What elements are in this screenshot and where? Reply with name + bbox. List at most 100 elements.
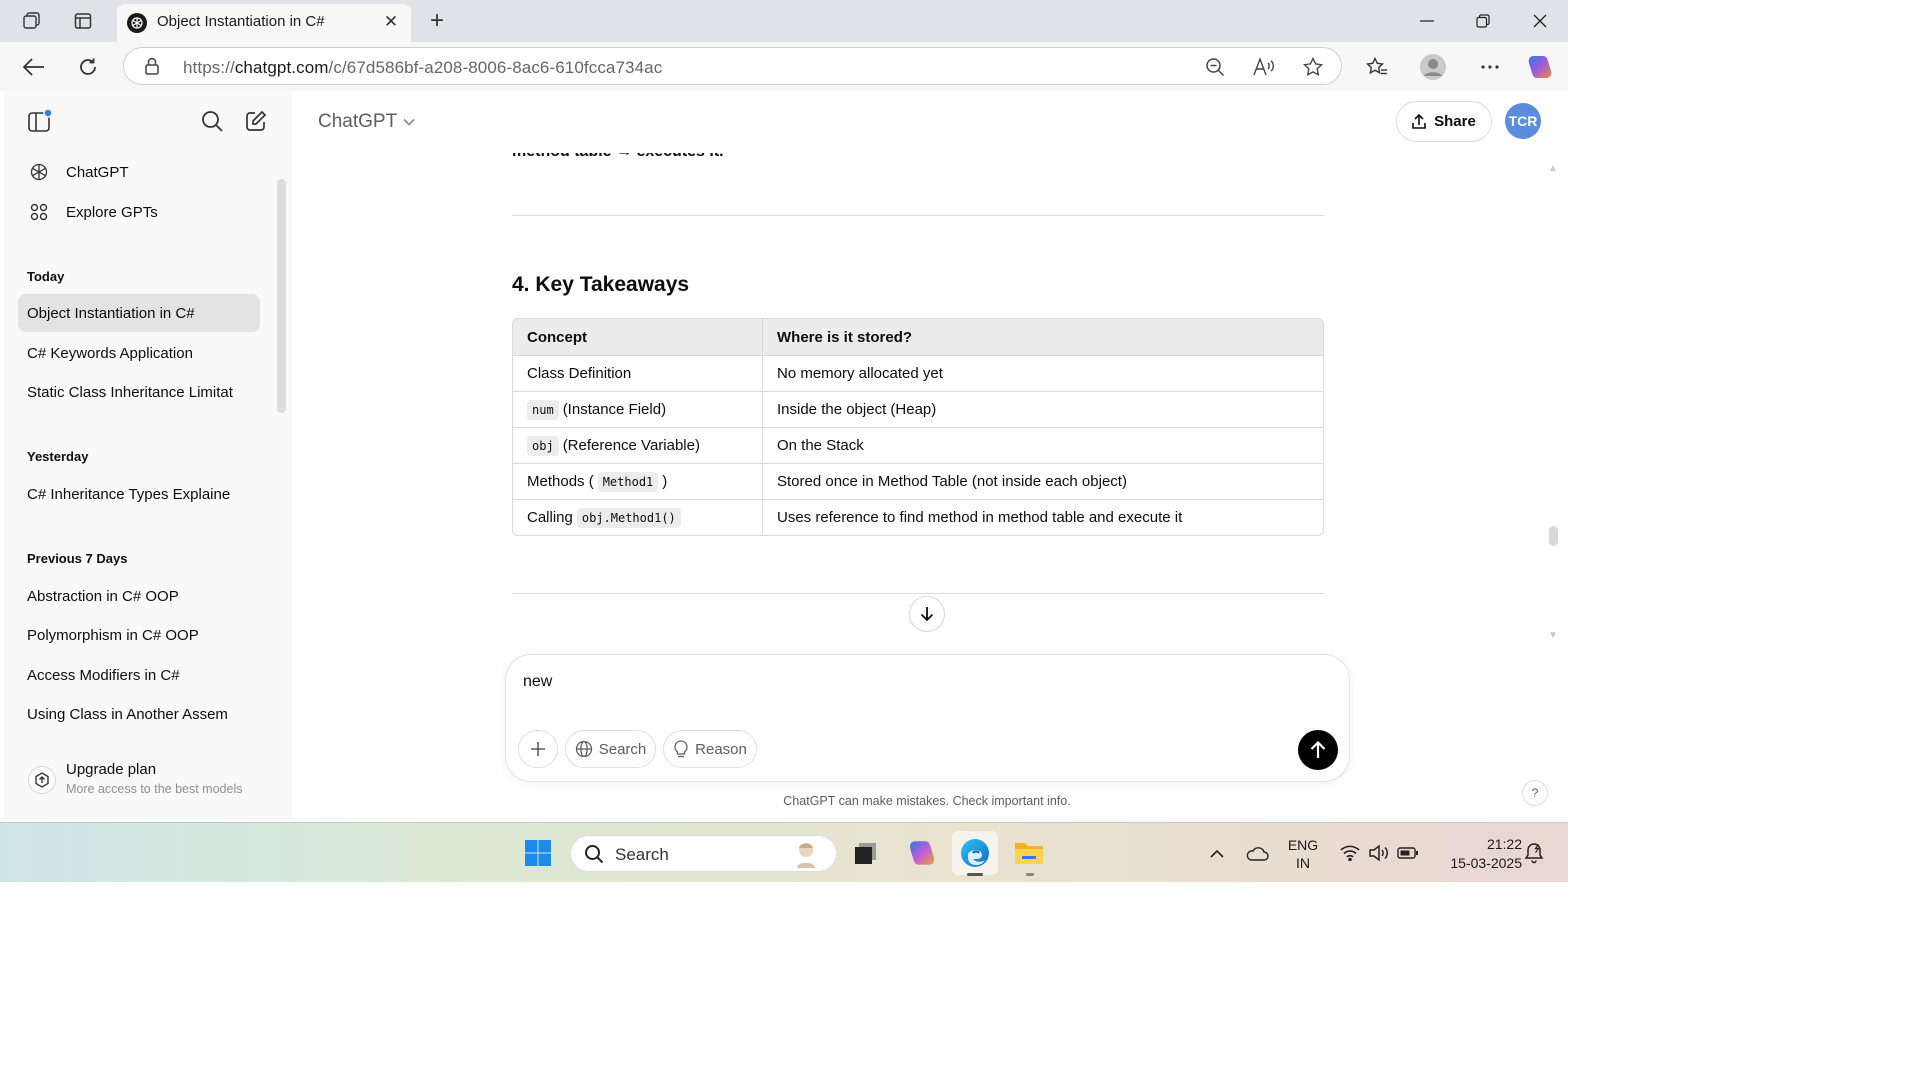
sidebar: ChatGPT Explore GPTs Today Object Instan…: [4, 91, 292, 819]
address-bar[interactable]: https://chatgpt.com/c/67d586bf-a208-8006…: [123, 47, 1342, 85]
upgrade-icon: [28, 766, 56, 794]
sidebar-item-chatgpt[interactable]: ChatGPT: [20, 153, 129, 191]
table-cell-concept: num (Instance Field): [513, 392, 763, 427]
lightbulb-icon: [674, 740, 688, 758]
openai-logo-icon: [28, 161, 50, 183]
task-view-icon[interactable]: [848, 836, 882, 870]
back-arrow-icon[interactable]: [20, 53, 48, 81]
sidebar-nav-label: Explore GPTs: [66, 203, 158, 221]
table-cell-stored: No memory allocated yet: [777, 365, 943, 382]
inline-code: obj: [527, 435, 559, 456]
chat-history-item[interactable]: Abstraction in C# OOP: [18, 577, 260, 615]
clock[interactable]: 21:22 15-03-2025: [1432, 835, 1522, 873]
close-window-icon[interactable]: [1526, 8, 1554, 34]
sidebar-nav-label: ChatGPT: [66, 163, 129, 181]
arrow-down-icon: [920, 607, 934, 622]
reason-button[interactable]: Reason: [663, 730, 757, 768]
prompt-input[interactable]: new: [523, 673, 552, 691]
zoom-out-icon[interactable]: [1203, 56, 1227, 78]
close-tab-icon[interactable]: ✕: [381, 12, 401, 32]
show-hidden-icons-chevron-up-icon[interactable]: [1200, 836, 1234, 870]
table-row: Methods (Method1) Stored once in Method …: [513, 463, 1323, 499]
onedrive-cloud-icon[interactable]: [1240, 836, 1274, 870]
table-row: obj (Reference Variable) On the Stack: [513, 427, 1323, 463]
table-row: Calling obj.Method1() Uses reference to f…: [513, 499, 1323, 535]
url-text[interactable]: https://chatgpt.com/c/67d586bf-a208-8006…: [183, 58, 662, 78]
search-button[interactable]: Search: [565, 730, 656, 768]
tab-title: Object Instantiation in C#: [157, 13, 325, 30]
table-header-cell: Where is it stored?: [777, 328, 913, 346]
search-icon[interactable]: [199, 108, 225, 134]
table-cell-stored: Inside the object (Heap): [777, 401, 937, 418]
inline-code: Method1: [597, 471, 659, 492]
table-cell-concept: Calling obj.Method1(): [513, 500, 763, 535]
attach-button[interactable]: [518, 730, 558, 768]
copilot-icon[interactable]: [1526, 53, 1554, 81]
language-indicator[interactable]: ENG IN: [1283, 836, 1323, 872]
more-options-icon[interactable]: [1476, 53, 1504, 81]
section-heading-previous-7-days: Previous 7 Days: [27, 551, 128, 566]
lock-icon[interactable]: [144, 57, 160, 80]
divider: [512, 593, 1324, 594]
restore-icon[interactable]: [1469, 8, 1497, 34]
message-composer[interactable]: new Search Reason: [505, 654, 1350, 782]
new-chat-icon[interactable]: [243, 108, 269, 134]
share-button[interactable]: Share: [1396, 101, 1492, 142]
table-cell-stored: Uses reference to find method in method …: [777, 509, 1183, 526]
copilot-taskbar-icon[interactable]: [905, 836, 939, 870]
table-cell-concept: Methods (Method1): [513, 464, 763, 499]
chat-history-item[interactable]: C# Inheritance Types Explaine: [18, 475, 260, 513]
notifications-bell-icon[interactable]: [1517, 836, 1551, 870]
help-button[interactable]: ?: [1522, 780, 1548, 806]
chat-history-item[interactable]: Object Instantiation in C#: [18, 294, 260, 332]
chat-history-item[interactable]: Access Modifiers in C#: [18, 656, 260, 694]
chat-history-item[interactable]: Static Class Inheritance Limitat: [18, 373, 260, 411]
scroll-to-bottom-button[interactable]: [909, 596, 945, 632]
section-heading: 4. Key Takeaways: [512, 273, 690, 296]
new-tab-button[interactable]: +: [424, 7, 450, 34]
sidebar-item-explore-gpts[interactable]: Explore GPTs: [20, 193, 158, 231]
chat-history-item[interactable]: C# Keywords Application: [18, 334, 260, 372]
upgrade-title: Upgrade plan: [66, 761, 157, 778]
avatar[interactable]: TCR: [1505, 103, 1541, 139]
table-row: num (Instance Field) Inside the object (H…: [513, 391, 1323, 427]
section-heading-today: Today: [27, 269, 65, 284]
grid-icon: [28, 201, 50, 223]
workspaces-icon[interactable]: [18, 8, 46, 34]
chat-history-item[interactable]: Using Class in Another Assem: [18, 695, 260, 733]
active-app-indicator: [967, 873, 983, 876]
refresh-icon[interactable]: [74, 53, 102, 81]
chat-history-item[interactable]: Polymorphism in C# OOP: [18, 616, 260, 654]
arrow-up-icon: [1310, 741, 1326, 758]
minimize-icon[interactable]: [1413, 8, 1441, 34]
browser-nav-bar: https://chatgpt.com/c/67d586bf-a208-8006…: [0, 42, 1568, 91]
toggle-sidebar-icon[interactable]: [27, 108, 53, 134]
windows-start-icon[interactable]: [521, 836, 555, 870]
read-aloud-icon[interactable]: [1252, 56, 1276, 78]
table-cell-concept: obj (Reference Variable): [513, 428, 763, 463]
model-selector[interactable]: ChatGPT: [318, 111, 415, 133]
tab-actions-icon[interactable]: [69, 8, 97, 34]
running-app-indicator: [1026, 873, 1034, 876]
section-heading-yesterday: Yesterday: [27, 449, 89, 464]
search-icon: [585, 845, 604, 864]
edge-browser-icon[interactable]: [958, 836, 992, 870]
battery-icon[interactable]: [1391, 836, 1425, 870]
browser-tab-active[interactable]: Object Instantiation in C# ✕: [117, 4, 411, 42]
favorite-star-icon[interactable]: [1301, 56, 1325, 78]
profile-icon[interactable]: [1419, 53, 1447, 81]
globe-icon: [575, 740, 592, 758]
taskbar-search-box[interactable]: Search: [570, 835, 837, 872]
send-button[interactable]: [1298, 730, 1338, 770]
windows-taskbar: Search ENG IN 21:22 15-03-2025: [0, 822, 1568, 882]
scroll-down-arrow-icon[interactable]: ▼: [1548, 630, 1558, 641]
scroll-up-arrow-icon[interactable]: ▲: [1548, 163, 1558, 174]
sidebar-scrollbar[interactable]: [277, 179, 286, 413]
favorites-icon[interactable]: [1363, 53, 1391, 81]
takeaways-table: Concept Where is it stored? Class Defini…: [512, 318, 1324, 536]
file-explorer-icon[interactable]: [1012, 836, 1046, 870]
share-icon: [1412, 113, 1426, 129]
main-scrollbar[interactable]: [1549, 526, 1558, 546]
table-header-row: Concept Where is it stored?: [513, 319, 1323, 355]
table-header-cell: Concept: [513, 319, 763, 355]
